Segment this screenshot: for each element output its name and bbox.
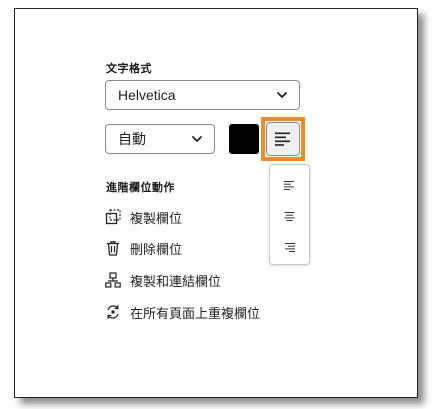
chevron-down-icon: [192, 136, 202, 142]
align-left-icon: [275, 132, 290, 146]
repeat-all-pages-action[interactable]: 在所有頁面上重複欄位: [105, 301, 260, 323]
duplicate-link-field-action[interactable]: 複製和連結欄位: [105, 269, 221, 291]
text-color-swatch[interactable]: [229, 124, 259, 154]
duplicate-field-label: 複製欄位: [130, 210, 183, 226]
trash-icon: [107, 241, 119, 256]
align-center-icon: [284, 211, 295, 221]
text-format-label: 文字格式: [106, 63, 152, 75]
delete-field-action[interactable]: 刪除欄位: [105, 237, 182, 259]
delete-field-label: 刪除欄位: [130, 241, 183, 257]
duplicate-link-icon: [105, 272, 121, 288]
duplicate-field-icon: [105, 209, 121, 225]
repeat-pages-icon: [107, 305, 119, 319]
font-select[interactable]: Helvetica: [105, 80, 300, 110]
properties-panel: 文字格式 Helvetica 自動 進階欄位動作 複製欄位 刪除欄位 複製和連結…: [14, 8, 418, 398]
text-align-button[interactable]: [266, 122, 300, 156]
font-size-value: 自動: [118, 131, 146, 147]
advanced-actions-label: 進階欄位動作: [106, 182, 175, 194]
font-select-value: Helvetica: [118, 87, 176, 103]
align-dropdown-menu: [269, 164, 310, 265]
font-size-select[interactable]: 自動: [105, 124, 215, 154]
align-right-option[interactable]: [270, 233, 309, 261]
align-left-option[interactable]: [270, 171, 309, 199]
chevron-down-icon: [277, 92, 287, 98]
duplicate-link-field-label: 複製和連結欄位: [130, 273, 222, 289]
align-left-icon: [284, 180, 294, 190]
duplicate-field-action[interactable]: 複製欄位: [105, 206, 182, 228]
align-right-icon: [285, 242, 295, 252]
repeat-all-pages-label: 在所有頁面上重複欄位: [130, 305, 261, 321]
align-center-option[interactable]: [270, 202, 309, 230]
